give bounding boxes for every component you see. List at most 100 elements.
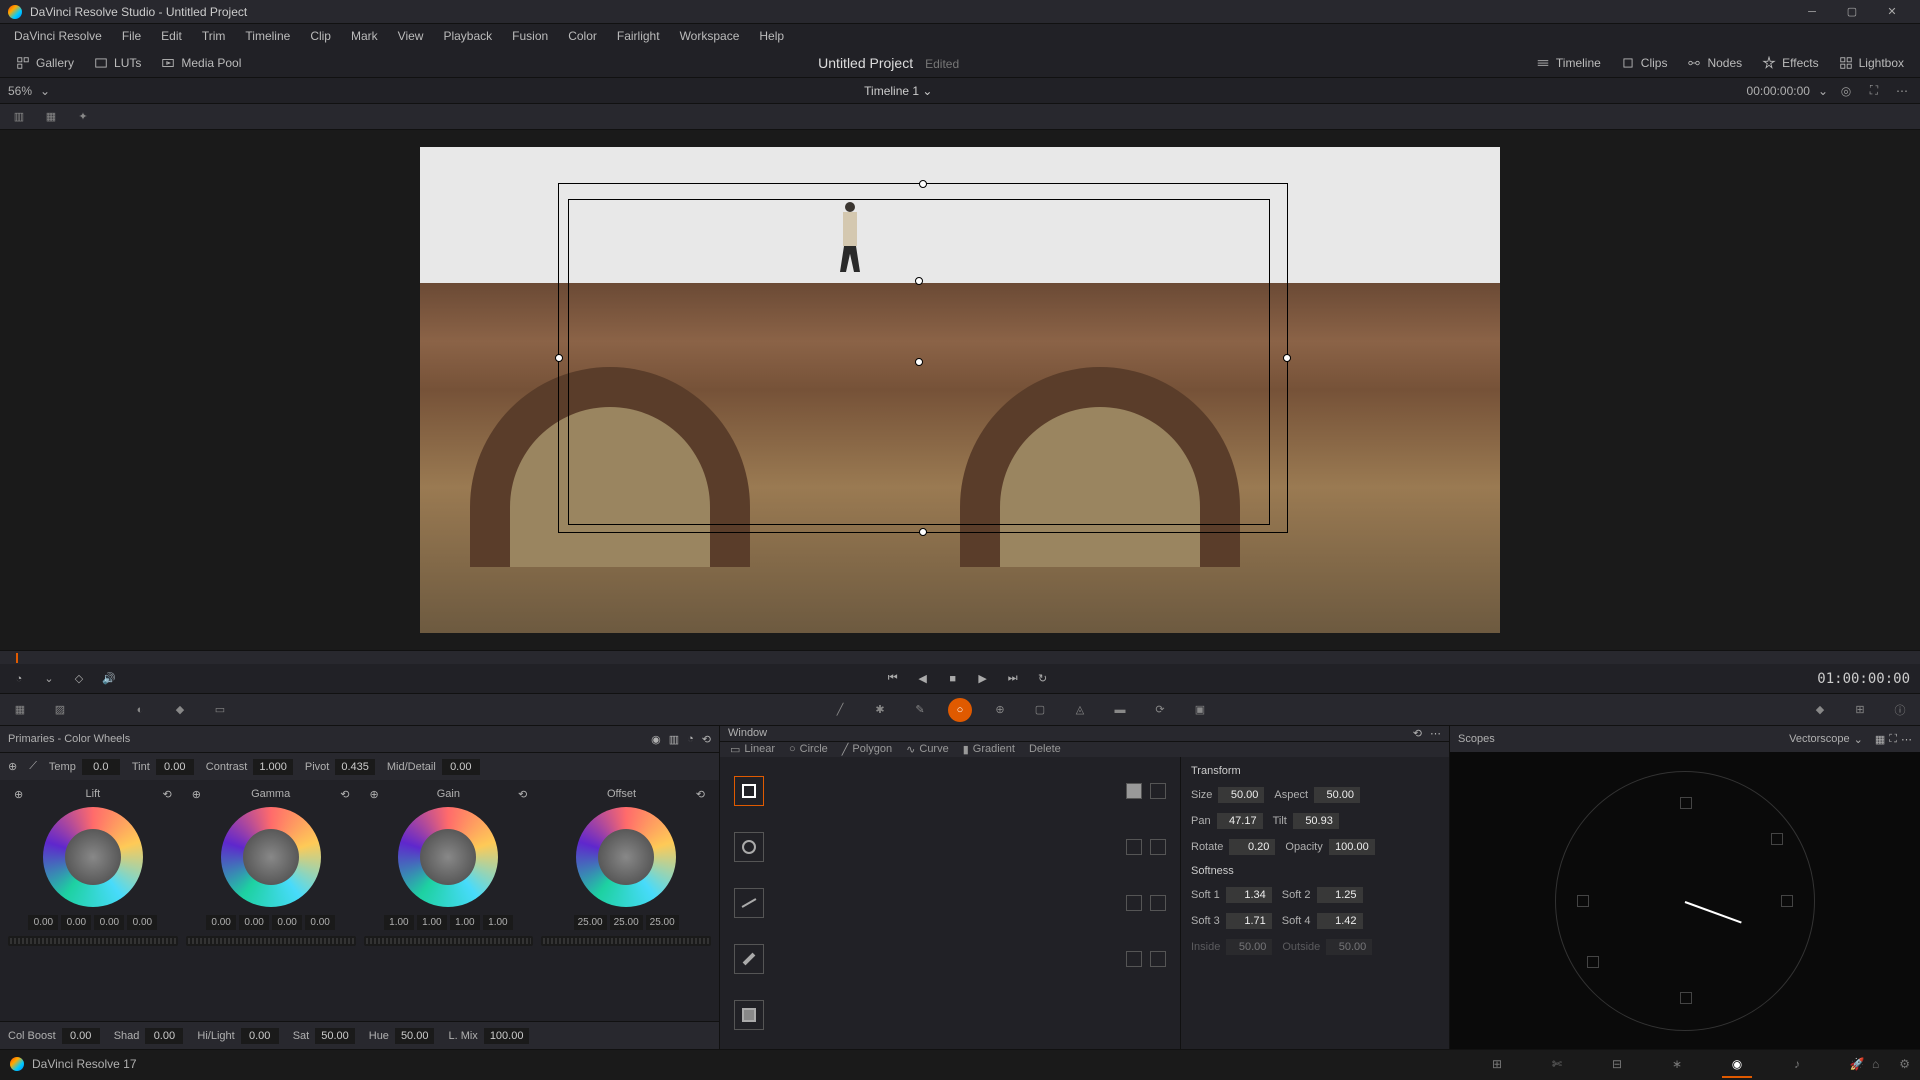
lift-v3[interactable]: 0.00 <box>127 915 157 930</box>
gain-picker-icon[interactable]: ⊕ <box>370 788 379 801</box>
minimize-button[interactable]: ─ <box>1792 0 1832 24</box>
handle-center[interactable] <box>915 358 923 366</box>
scope-expand-icon[interactable]: ⛶ <box>1889 733 1897 746</box>
unmix-icon[interactable]: ◇ <box>70 670 88 688</box>
temp-value[interactable]: 0.0 <box>82 759 120 775</box>
window-palette-icon[interactable]: ○ <box>948 698 972 722</box>
menu-playback[interactable]: Playback <box>433 29 502 43</box>
color-page-button[interactable]: ◉ <box>1722 1054 1752 1074</box>
magic-mask-icon[interactable]: ▢ <box>1028 698 1052 722</box>
linear-tab[interactable]: ▭Linear <box>730 743 775 756</box>
rotate-value[interactable]: 0.20 <box>1229 839 1275 855</box>
settings-icon[interactable]: ⚙ <box>1899 1057 1910 1071</box>
lift-picker-icon[interactable]: ⊕ <box>14 788 23 801</box>
invert-button[interactable] <box>1150 951 1166 967</box>
circle-tab[interactable]: ○Circle <box>789 743 828 755</box>
offset-master-bar[interactable] <box>541 936 711 946</box>
pivot-value[interactable]: 0.435 <box>335 759 375 775</box>
invert-button[interactable] <box>1150 783 1166 799</box>
timeline-button[interactable]: Timeline <box>1528 53 1609 73</box>
timeline-scrubber[interactable] <box>0 650 1920 664</box>
menu-mark[interactable]: Mark <box>341 29 388 43</box>
opacity-value[interactable]: 100.00 <box>1329 839 1375 855</box>
log-mode-icon[interactable]: ◔ <box>687 733 694 746</box>
media-page-button[interactable]: ⊞ <box>1482 1054 1512 1074</box>
lift-v1[interactable]: 0.00 <box>61 915 91 930</box>
gamma-v2[interactable]: 0.00 <box>272 915 302 930</box>
sat-value[interactable]: 50.00 <box>315 1028 355 1044</box>
size-value[interactable]: 50.00 <box>1218 787 1264 803</box>
window-row-polygon[interactable] <box>726 875 1174 931</box>
handle-right[interactable] <box>1283 354 1291 362</box>
window-row-circle[interactable] <box>726 819 1174 875</box>
menu-workspace[interactable]: Workspace <box>670 29 750 43</box>
blur-icon[interactable]: ◬ <box>1068 698 1092 722</box>
gradient-shape-icon[interactable] <box>734 1000 764 1030</box>
offset-reset-icon[interactable]: ⟲ <box>696 788 705 801</box>
invert-button[interactable] <box>1150 839 1166 855</box>
menu-help[interactable]: Help <box>749 29 794 43</box>
menu-clip[interactable]: Clip <box>300 29 341 43</box>
window-options-icon[interactable]: ⋯ <box>1430 727 1441 740</box>
prev-clip-button[interactable]: ⏮ <box>884 670 902 688</box>
gain-reset-icon[interactable]: ⟲ <box>518 788 527 801</box>
viewer-canvas[interactable] <box>420 147 1500 633</box>
timecode-chevron-icon[interactable]: ⌄ <box>1818 84 1828 98</box>
offset-wheel[interactable] <box>576 807 676 907</box>
lift-v2[interactable]: 0.00 <box>94 915 124 930</box>
picker-icon[interactable]: ⊕ <box>8 760 17 773</box>
stop-button[interactable]: ■ <box>944 670 962 688</box>
lmix-value[interactable]: 100.00 <box>484 1028 530 1044</box>
keyframe-icon[interactable]: ◆ <box>1808 698 1832 722</box>
handle-bottom[interactable] <box>919 528 927 536</box>
menu-trim[interactable]: Trim <box>192 29 236 43</box>
deliver-page-button[interactable]: 🚀 <box>1842 1054 1872 1074</box>
gain-v3[interactable]: 1.00 <box>483 915 513 930</box>
menu-file[interactable]: File <box>112 29 151 43</box>
zoom-chevron-icon[interactable]: ⌄ <box>40 84 50 98</box>
soft4-value[interactable]: 1.42 <box>1317 913 1363 929</box>
gain-master-bar[interactable] <box>364 936 534 946</box>
chevron-down-icon[interactable]: ⌄ <box>40 670 58 688</box>
soft3-value[interactable]: 1.71 <box>1226 913 1272 929</box>
offset-v0[interactable]: 25.00 <box>574 915 607 930</box>
scope-chevron-icon[interactable]: ⌄ <box>1854 733 1863 746</box>
gamma-master-bar[interactable] <box>186 936 356 946</box>
circle-shape-icon[interactable] <box>734 832 764 862</box>
gamma-reset-icon[interactable]: ⟲ <box>340 788 349 801</box>
highlight-icon[interactable]: ✦ <box>72 107 94 127</box>
fusion-page-button[interactable]: ∗ <box>1662 1054 1692 1074</box>
primaries-icon[interactable] <box>88 698 112 722</box>
mask-on-button[interactable] <box>1126 839 1142 855</box>
scope-layout-icon[interactable]: ▦ <box>1875 733 1885 746</box>
mask-on-button[interactable] <box>1126 783 1142 799</box>
warper-icon[interactable]: ✱ <box>868 698 892 722</box>
hilight-value[interactable]: 0.00 <box>241 1028 279 1044</box>
menu-view[interactable]: View <box>388 29 434 43</box>
gradient-tab[interactable]: ▮Gradient <box>963 743 1015 756</box>
menu-fusion[interactable]: Fusion <box>502 29 558 43</box>
luts-button[interactable]: LUTs <box>86 53 149 73</box>
gain-v1[interactable]: 1.00 <box>417 915 447 930</box>
handle-center-top[interactable] <box>915 277 923 285</box>
bars-mode-icon[interactable]: ▥ <box>669 733 679 746</box>
timeline-chevron-icon[interactable]: ⌄ <box>922 84 932 98</box>
maximize-button[interactable]: ▢ <box>1832 0 1872 24</box>
color-picker-icon[interactable]: ◔ <box>10 670 28 688</box>
image-wipe-icon[interactable]: ▥ <box>8 107 30 127</box>
viewer[interactable] <box>0 130 1920 650</box>
scope-type[interactable]: Vectorscope <box>1789 733 1850 745</box>
handle-left[interactable] <box>555 354 563 362</box>
auto-balance-icon[interactable]: ⟋ <box>29 760 37 773</box>
loop-button[interactable]: ↻ <box>1034 670 1052 688</box>
media-pool-button[interactable]: Media Pool <box>153 53 249 73</box>
fairlight-page-button[interactable]: ♪ <box>1782 1054 1812 1074</box>
play-button[interactable]: ▶ <box>974 670 992 688</box>
qualifier-icon[interactable]: ✎ <box>908 698 932 722</box>
viewer-timecode[interactable]: 00:00:00:00 <box>1747 84 1810 98</box>
menu-davinci[interactable]: DaVinci Resolve <box>4 29 112 43</box>
gamma-wheel[interactable] <box>221 807 321 907</box>
camera-raw-icon[interactable]: ▦ <box>8 698 32 722</box>
aspect-value[interactable]: 50.00 <box>1314 787 1360 803</box>
step-back-button[interactable]: ◀ <box>914 670 932 688</box>
